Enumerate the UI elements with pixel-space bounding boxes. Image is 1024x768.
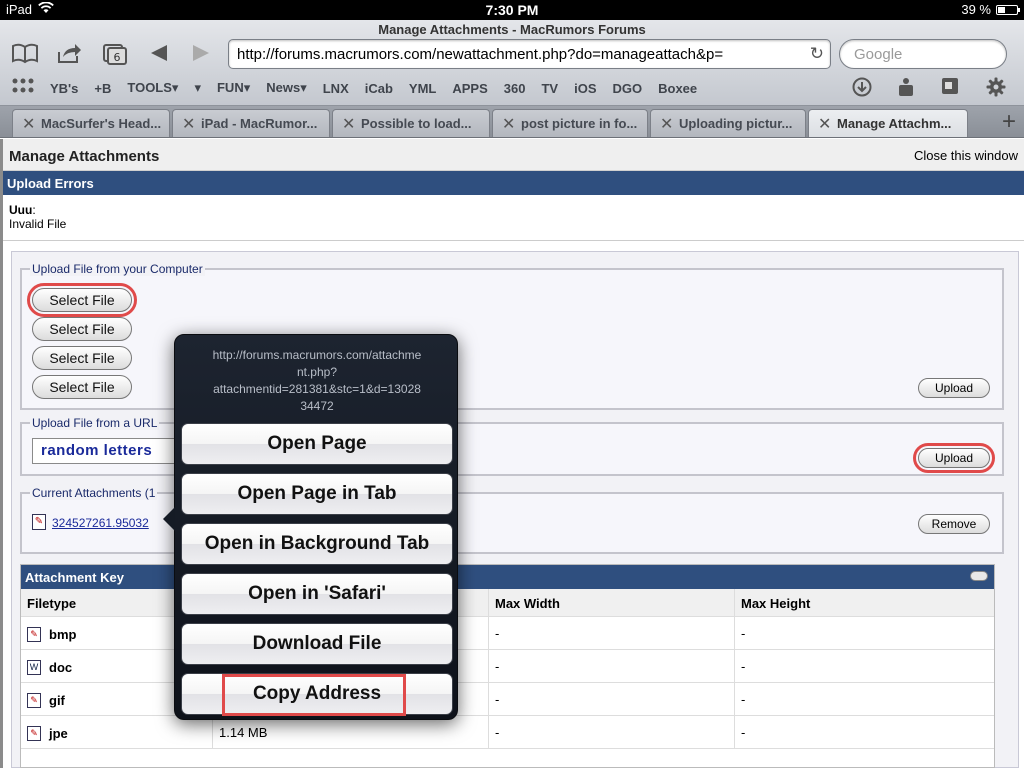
bookmark-item[interactable]: TOOLS▾ (127, 80, 178, 96)
upload-computer-button[interactable]: Upload (918, 378, 990, 398)
bookmark-item[interactable]: Boxee (658, 81, 697, 96)
table-row: ✎ jpe 1.14 MB - - (21, 716, 994, 749)
tab-uploading-pictures[interactable]: ✕ Uploading pictur... (650, 109, 806, 137)
highlight-box (222, 674, 406, 716)
image-file-icon: ✎ (27, 726, 41, 742)
current-attachments-legend: Current Attachments (1 (30, 486, 158, 500)
collapse-icon[interactable] (970, 571, 988, 581)
battery-fill (998, 6, 1005, 13)
popover-arrow (163, 507, 175, 531)
open-in-safari-button[interactable]: Open in 'Safari' (181, 573, 453, 615)
remove-attachment-button[interactable]: Remove (918, 514, 990, 534)
address-bar[interactable]: http://forums.macrumors.com/newattachmen… (228, 39, 831, 69)
table-header-row: Filetype Max Width Max Height (21, 589, 994, 617)
download-icon[interactable] (850, 77, 874, 103)
tab-possible-to-load[interactable]: ✕ Possible to load... (332, 109, 490, 137)
table-row: Wdoc - - (21, 650, 994, 683)
bookmark-item[interactable]: FUN▾ (217, 80, 250, 96)
file-icon: ✎ (32, 514, 46, 530)
gear-icon[interactable] (984, 77, 1008, 103)
new-tab-plus-icon[interactable]: + (1002, 108, 1016, 136)
tab-manage-attachments[interactable]: ✕ Manage Attachm... (808, 109, 968, 137)
grid-icon[interactable] (12, 78, 34, 99)
close-icon[interactable]: ✕ (22, 114, 35, 134)
select-file-button-3[interactable]: Select File (32, 346, 132, 370)
select-file-button-4[interactable]: Select File (32, 375, 132, 399)
bookmark-item[interactable]: 360 (504, 81, 526, 96)
bookmark-item[interactable]: iOS (574, 81, 596, 96)
browser-toolbar: Manage Attachments - MacRumors Forums 6 … (0, 20, 1024, 106)
share-icon[interactable] (54, 42, 84, 68)
close-icon[interactable]: ✕ (342, 114, 355, 134)
tab-ipad-macrumors[interactable]: ✕ iPad - MacRumor... (172, 109, 330, 137)
bookmark-item[interactable]: News▾ (266, 80, 307, 96)
upload-url-legend: Upload File from a URL (30, 416, 160, 430)
search-input[interactable]: Google (839, 39, 1007, 69)
upload-computer-legend: Upload File from your Computer (30, 262, 205, 276)
svg-text:6: 6 (114, 51, 121, 64)
tab-macsurfer[interactable]: ✕ MacSurfer's Head... (12, 109, 170, 137)
upload-url-input[interactable]: random letters (32, 438, 182, 464)
bookmark-item[interactable]: YB's (50, 81, 78, 96)
open-in-background-tab-button[interactable]: Open in Background Tab (181, 523, 453, 565)
close-window-link[interactable]: Close this window (914, 148, 1018, 163)
column-header: Max Width (489, 589, 735, 616)
word-file-icon: W (27, 660, 41, 676)
search-placeholder: Google (854, 46, 903, 63)
open-page-button[interactable]: Open Page (181, 423, 453, 465)
close-icon[interactable]: ✕ (502, 114, 515, 134)
open-page-in-tab-button[interactable]: Open Page in Tab (181, 473, 453, 515)
upload-url-fieldset: Upload File from a URL random letters Up… (20, 416, 1004, 476)
address-text: http://forums.macrumors.com/newattachmen… (237, 46, 724, 63)
error-file-name: Uuu (9, 203, 33, 217)
upload-url-button[interactable]: Upload (913, 443, 995, 473)
attachment-key-table: Attachment Key Filetype Max Width Max He… (20, 564, 995, 768)
forward-arrow-icon[interactable] (186, 42, 216, 68)
table-row: ✎ bmp - - (21, 617, 994, 650)
column-header: Max Height (741, 596, 811, 611)
upload-errors-heading: Upload Errors (3, 171, 1024, 195)
bookmark-item[interactable]: APPS (452, 81, 487, 96)
close-icon[interactable]: ✕ (660, 114, 673, 134)
upload-errors-body: Uuu: Invalid File (3, 195, 1024, 241)
window-icon[interactable] (938, 77, 962, 101)
error-message: Invalid File (9, 217, 67, 231)
tab-bar: ✕ MacSurfer's Head... ✕ iPad - MacRumor...… (0, 106, 1024, 138)
attachment-file-link[interactable]: 324527261.95032 (52, 516, 149, 530)
image-file-icon: ✎ (27, 693, 41, 709)
extension-icon[interactable] (894, 77, 918, 103)
reload-icon[interactable]: ↻ (810, 44, 824, 64)
page-title: Manage Attachments (9, 148, 160, 165)
copy-address-button[interactable]: Copy Address (181, 673, 453, 716)
battery-icon (996, 4, 1020, 15)
link-action-popover: http://forums.macrumors.com/attachme nt.… (163, 334, 458, 720)
status-bar: iPad 7:30 PM 39 % (0, 0, 1024, 20)
close-icon[interactable]: ✕ (818, 114, 831, 134)
bookmark-item[interactable]: LNX (323, 81, 349, 96)
bookmarks-book-icon[interactable] (10, 42, 40, 68)
download-file-button[interactable]: Download File (181, 623, 453, 665)
table-row: ✎ gif - - (21, 683, 994, 716)
web-page: Manage Attachments Close this window Upl… (0, 139, 1024, 768)
upload-computer-fieldset: Upload File from your Computer Select Fi… (20, 262, 1004, 410)
image-file-icon: ✎ (27, 627, 41, 643)
bookmark-item[interactable]: TV (541, 81, 558, 96)
bookmark-item[interactable]: YML (409, 81, 436, 96)
clock: 7:30 PM (485, 2, 539, 18)
popover-link-url: http://forums.macrumors.com/attachme nt.… (212, 348, 422, 413)
select-file-button-1[interactable]: Select File (27, 283, 137, 317)
page-header: Manage Attachments Close this window (3, 139, 1024, 171)
bookmark-item[interactable]: DGO (613, 81, 643, 96)
battery-percent: 39 % (961, 2, 991, 17)
tabs-icon[interactable]: 6 (100, 42, 130, 68)
window-title: Manage Attachments - MacRumors Forums (378, 22, 646, 37)
back-arrow-icon[interactable] (144, 42, 174, 68)
attachment-key-heading: Attachment Key (21, 565, 994, 589)
bookmark-item[interactable]: +B (94, 81, 111, 96)
close-icon[interactable]: ✕ (182, 114, 195, 134)
select-file-button-2[interactable]: Select File (32, 317, 132, 341)
bookmark-apple-menu[interactable]: ▾ (194, 80, 201, 96)
bookmark-item[interactable]: iCab (365, 81, 393, 96)
tab-post-picture[interactable]: ✕ post picture in fo... (492, 109, 648, 137)
